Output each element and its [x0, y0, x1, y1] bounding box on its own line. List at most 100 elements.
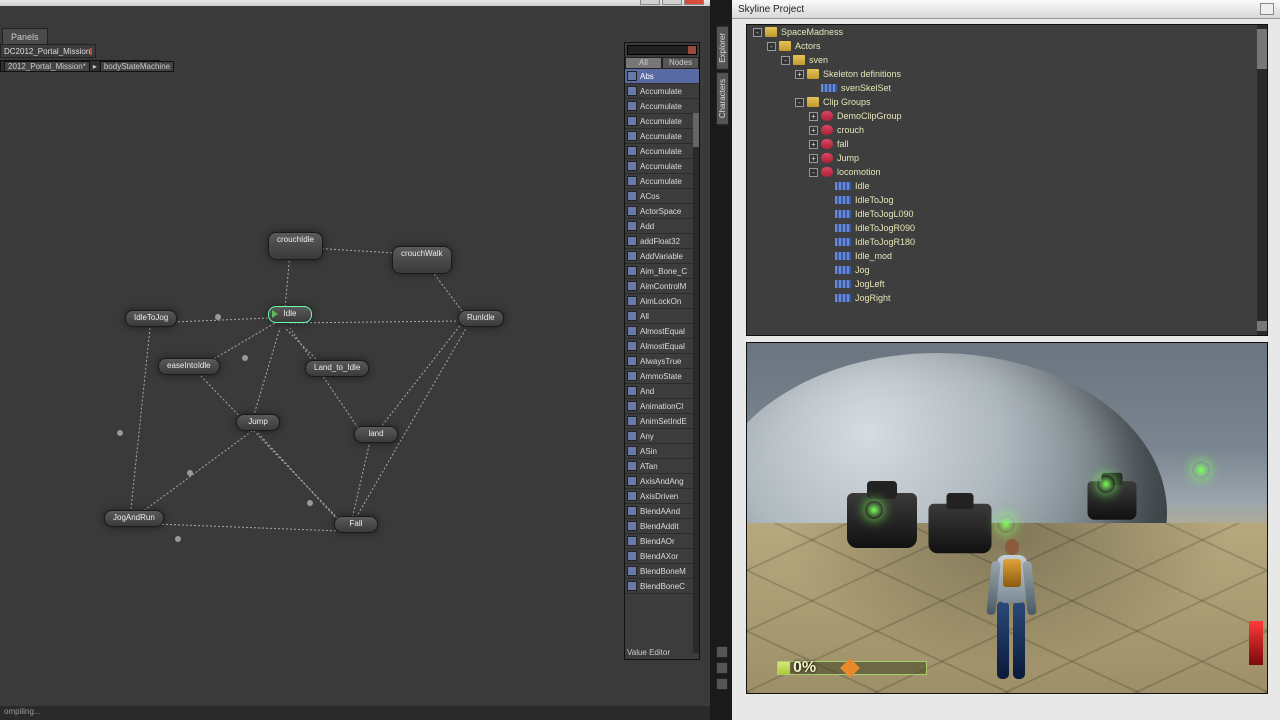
tree-item[interactable]: IdleToJogL090 — [747, 207, 1267, 221]
scrollbar-thumb[interactable] — [1257, 321, 1267, 331]
clear-search-icon[interactable] — [688, 46, 696, 54]
breadcrumb-child[interactable]: bodyStateMachine — [100, 61, 174, 72]
window-button[interactable] — [1260, 3, 1274, 15]
tree-item[interactable]: +crouch — [747, 123, 1267, 137]
expand-toggle-icon[interactable]: + — [795, 70, 804, 79]
node-library-item[interactable]: AimControlM — [625, 279, 699, 294]
node-library-item[interactable]: AlmostEqual — [625, 324, 699, 339]
node-library-item[interactable]: BlendAAnd — [625, 504, 699, 519]
tree-item[interactable]: +fall — [747, 137, 1267, 151]
graph-node-idle[interactable]: Idle — [268, 306, 312, 323]
node-library-item[interactable]: AxisAndAng — [625, 474, 699, 489]
expand-toggle-icon[interactable]: + — [809, 154, 818, 163]
node-library-item[interactable]: Aim_Bone_C — [625, 264, 699, 279]
side-tab-explorer[interactable]: Explorer — [716, 26, 729, 70]
window-close-button[interactable] — [684, 0, 704, 5]
tree-item[interactable]: IdleToJogR090 — [747, 221, 1267, 235]
graph-node-ease-into-idle[interactable]: easeIntoIdle — [158, 358, 220, 375]
node-library-item[interactable]: AlwaysTrue — [625, 354, 699, 369]
graph-node-jog-and-run[interactable]: JogAndRun — [104, 510, 164, 527]
tree-item[interactable]: Jog — [747, 263, 1267, 277]
graph-node-crouch-walk[interactable]: crouchWalk — [392, 246, 452, 274]
close-tab-icon[interactable] — [90, 48, 92, 55]
window-maximize-button[interactable] — [662, 0, 682, 5]
tree-item[interactable]: -Clip Groups — [747, 95, 1267, 109]
tree-item[interactable]: -SpaceMadness — [747, 25, 1267, 39]
scrollbar[interactable] — [693, 113, 699, 653]
node-library-item[interactable]: ActorSpace — [625, 204, 699, 219]
graph-node-idle-to-jog[interactable]: IdleToJog — [125, 310, 177, 327]
node-library-item[interactable]: AnimSetIndE — [625, 414, 699, 429]
tool-icon[interactable] — [716, 646, 728, 658]
expand-toggle-icon[interactable]: - — [781, 56, 790, 65]
expand-toggle-icon[interactable]: - — [809, 168, 818, 177]
scrollbar-thumb[interactable] — [693, 113, 699, 147]
node-library-item[interactable]: Accumulate — [625, 114, 699, 129]
expand-toggle-icon[interactable]: + — [809, 126, 818, 135]
side-tab-characters[interactable]: Characters — [716, 72, 729, 125]
tree-item[interactable]: +Jump — [747, 151, 1267, 165]
node-library-item[interactable]: AimLockOn — [625, 294, 699, 309]
node-library-list[interactable]: AbsAccumulateAccumulateAccumulateAccumul… — [625, 69, 699, 594]
node-library-item[interactable]: Any — [625, 429, 699, 444]
tree-item[interactable]: IdleToJog — [747, 193, 1267, 207]
project-titlebar[interactable]: Skyline Project — [732, 0, 1280, 19]
node-library-item[interactable]: AmmoState — [625, 369, 699, 384]
node-library-item[interactable]: Accumulate — [625, 129, 699, 144]
expand-toggle-icon[interactable]: - — [753, 28, 762, 37]
tree-item[interactable]: JogLeft — [747, 277, 1267, 291]
tree-item[interactable]: Idle — [747, 179, 1267, 193]
breadcrumb-root[interactable]: 2012_Portal_Mission* — [4, 61, 90, 72]
tree-item[interactable]: IdleToJogR180 — [747, 235, 1267, 249]
node-library-item[interactable]: BlendAddit — [625, 519, 699, 534]
node-library-item[interactable]: BlendAXor — [625, 549, 699, 564]
node-library-item[interactable]: BlendBoneM — [625, 564, 699, 579]
node-library-item[interactable]: ASin — [625, 444, 699, 459]
graph-node-land[interactable]: land — [354, 426, 398, 443]
node-library-item[interactable]: Accumulate — [625, 84, 699, 99]
node-library-item[interactable]: Accumulate — [625, 144, 699, 159]
tool-icon[interactable] — [716, 678, 728, 690]
expand-toggle-icon[interactable]: - — [795, 98, 804, 107]
node-library-item[interactable]: Accumulate — [625, 159, 699, 174]
expand-toggle-icon[interactable]: - — [767, 42, 776, 51]
scrollbar-thumb[interactable] — [1257, 29, 1267, 69]
node-search-input[interactable] — [627, 45, 697, 55]
tab-nodes[interactable]: Nodes — [662, 57, 699, 69]
graph-node-land-to-idle[interactable]: Land_to_Idle — [305, 360, 369, 377]
graph-node-jump[interactable]: Jump — [236, 414, 280, 431]
node-library-item[interactable]: AxisDriven — [625, 489, 699, 504]
game-viewport[interactable]: 0% — [746, 342, 1268, 694]
graph-node-fall[interactable]: Fall — [334, 516, 378, 533]
node-library-item[interactable]: addFloat32 — [625, 234, 699, 249]
node-library-item[interactable]: AlmostEqual — [625, 339, 699, 354]
tree-item[interactable]: +Skeleton definitions — [747, 67, 1267, 81]
node-library-item[interactable]: All — [625, 309, 699, 324]
graph-node-run-idle[interactable]: RunIdle — [458, 310, 504, 327]
tree-item[interactable]: Idle_mod — [747, 249, 1267, 263]
tool-icon[interactable] — [716, 662, 728, 674]
node-library-item[interactable]: Abs — [625, 69, 699, 84]
window-titlebar[interactable] — [0, 0, 710, 6]
tree-item[interactable]: svenSkelSet — [747, 81, 1267, 95]
tab-all[interactable]: All — [625, 57, 662, 69]
node-library-item[interactable]: ACos — [625, 189, 699, 204]
window-minimize-button[interactable] — [640, 0, 660, 5]
node-library-item[interactable]: Add — [625, 219, 699, 234]
tree-item[interactable]: -Actors — [747, 39, 1267, 53]
node-library-item[interactable]: ATan — [625, 459, 699, 474]
graph-node-crouch-idle[interactable]: crouchIdle — [268, 232, 323, 260]
scrollbar[interactable] — [1257, 25, 1267, 335]
expand-toggle-icon[interactable]: + — [809, 112, 818, 121]
node-library-item[interactable]: Accumulate — [625, 174, 699, 189]
node-library-item[interactable]: AddVariable — [625, 249, 699, 264]
node-library-item[interactable]: Accumulate — [625, 99, 699, 114]
project-tree[interactable]: -SpaceMadness-Actors-sven+Skeleton defin… — [746, 24, 1268, 336]
node-library-item[interactable]: BlendBoneC — [625, 579, 699, 594]
tree-item[interactable]: +DemoClipGroup — [747, 109, 1267, 123]
document-tab[interactable]: DC2012_Portal_Mission — [0, 44, 96, 58]
tree-item[interactable]: JogRight — [747, 291, 1267, 305]
expand-toggle-icon[interactable]: + — [809, 140, 818, 149]
breadcrumb[interactable]: 2012_Portal_Mission* ▸ bodyStateMachine — [0, 60, 160, 72]
node-library-item[interactable]: And — [625, 384, 699, 399]
